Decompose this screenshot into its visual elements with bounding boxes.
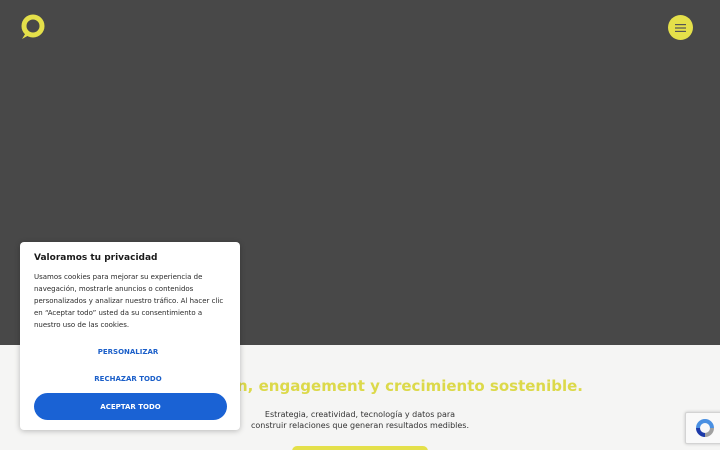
recaptcha-badge[interactable] [685,412,720,444]
accept-all-button[interactable]: ACEPTAR TODO [34,393,227,420]
brand-logo-icon[interactable] [18,14,46,40]
customize-button[interactable]: PERSONALIZAR [34,348,222,356]
menu-button[interactable] [668,15,693,40]
cookie-description: Usamos cookies para mejorar su experienc… [34,273,224,329]
hamburger-menu-icon [675,23,686,32]
reject-all-button[interactable]: RECHAZAR TODO [34,375,222,383]
cookie-title: Valoramos tu privacidad [34,253,158,263]
cta-button[interactable] [292,446,428,450]
section-subtext: Estrategia, creatividad, tecnología y da… [250,410,470,430]
cookie-consent-banner: Valoramos tu privacidad Usamos cookies p… [20,242,240,430]
recaptcha-icon [696,419,714,437]
